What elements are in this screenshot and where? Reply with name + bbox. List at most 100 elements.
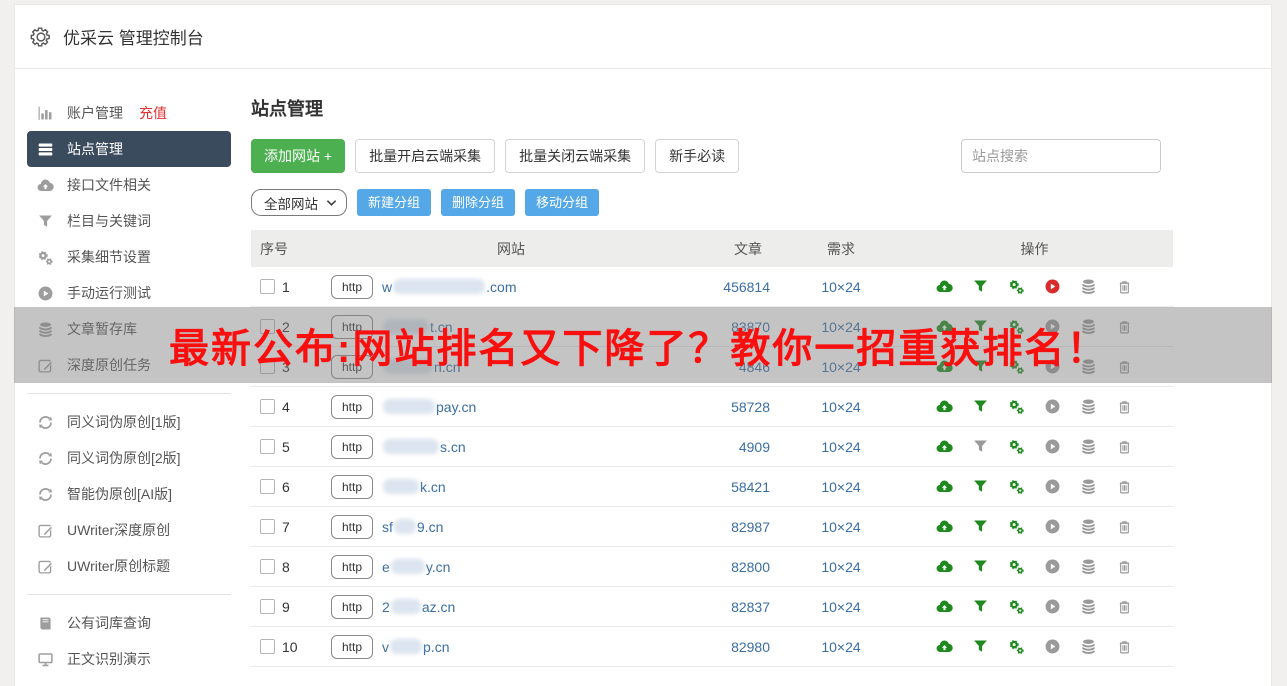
database-action-icon[interactable] — [1080, 518, 1097, 535]
site-domain-link[interactable]: sf9.cn — [382, 519, 443, 535]
sidebar-item[interactable]: 同义词伪原创[2版] — [27, 440, 231, 476]
sidebar-item[interactable]: UWriter原创标题 — [27, 548, 231, 584]
article-count-link[interactable]: 58421 — [691, 479, 786, 495]
protocol-button[interactable]: http — [331, 395, 373, 419]
newbie-guide-button[interactable]: 新手必读 — [655, 139, 739, 173]
article-count-link[interactable]: 456814 — [691, 279, 786, 295]
trash-action-icon[interactable] — [1116, 558, 1133, 575]
play-action-icon[interactable] — [1044, 638, 1061, 655]
protocol-button[interactable]: http — [331, 515, 373, 539]
protocol-button[interactable]: http — [331, 435, 373, 459]
batch-close-cloud-button[interactable]: 批量关闭云端采集 — [505, 139, 645, 173]
database-action-icon[interactable] — [1080, 598, 1097, 615]
play-action-icon[interactable] — [1044, 278, 1061, 295]
group-filter-select[interactable]: 全部网站 — [251, 189, 347, 216]
play-action-icon[interactable] — [1044, 598, 1061, 615]
play-action-icon[interactable] — [1044, 478, 1061, 495]
cloud-upload-action-icon[interactable] — [936, 278, 953, 295]
funnel-action-icon[interactable] — [972, 398, 989, 415]
new-group-button[interactable]: 新建分组 — [357, 189, 431, 216]
cloud-upload-action-icon[interactable] — [936, 478, 953, 495]
site-domain-link[interactable]: pay.cn — [382, 399, 476, 415]
sidebar-item[interactable]: 采集细节设置 — [27, 239, 231, 275]
sidebar-item[interactable]: 站点管理 — [27, 131, 231, 167]
trash-action-icon[interactable] — [1116, 598, 1133, 615]
row-checkbox[interactable] — [260, 479, 275, 494]
site-search-input[interactable] — [961, 139, 1161, 173]
gears-action-icon[interactable] — [1008, 398, 1025, 415]
database-action-icon[interactable] — [1080, 398, 1097, 415]
article-count-link[interactable]: 82987 — [691, 519, 786, 535]
sidebar-item[interactable]: 栏目与关键词 — [27, 203, 231, 239]
trash-action-icon[interactable] — [1116, 398, 1133, 415]
sidebar-item[interactable]: 手动运行测试 — [27, 275, 231, 311]
cloud-upload-action-icon[interactable] — [936, 638, 953, 655]
funnel-action-icon[interactable] — [972, 278, 989, 295]
article-count-link[interactable]: 82980 — [691, 639, 786, 655]
site-domain-link[interactable]: 2az.cn — [382, 599, 455, 615]
article-count-link[interactable]: 4909 — [691, 439, 786, 455]
funnel-action-icon[interactable] — [972, 478, 989, 495]
play-action-icon[interactable] — [1044, 438, 1061, 455]
funnel-action-icon[interactable] — [972, 438, 989, 455]
protocol-button[interactable]: http — [331, 475, 373, 499]
sidebar-item[interactable]: 公有词库查询 — [27, 605, 231, 641]
row-checkbox[interactable] — [260, 639, 275, 654]
database-action-icon[interactable] — [1080, 638, 1097, 655]
cloud-upload-action-icon[interactable] — [936, 598, 953, 615]
protocol-button[interactable]: http — [331, 555, 373, 579]
batch-open-cloud-button[interactable]: 批量开启云端采集 — [355, 139, 495, 173]
row-checkbox[interactable] — [260, 599, 275, 614]
play-action-icon[interactable] — [1044, 518, 1061, 535]
row-checkbox[interactable] — [260, 559, 275, 574]
site-domain-link[interactable]: ey.cn — [382, 559, 450, 575]
recharge-link[interactable]: 充值 — [139, 103, 167, 123]
funnel-action-icon[interactable] — [972, 518, 989, 535]
cloud-upload-action-icon[interactable] — [936, 438, 953, 455]
trash-action-icon[interactable] — [1116, 638, 1133, 655]
move-group-button[interactable]: 移动分组 — [525, 189, 599, 216]
funnel-action-icon[interactable] — [972, 598, 989, 615]
article-count-link[interactable]: 82837 — [691, 599, 786, 615]
site-domain-link[interactable]: k.cn — [382, 479, 446, 495]
protocol-button[interactable]: http — [331, 275, 373, 299]
play-action-icon[interactable] — [1044, 398, 1061, 415]
gears-action-icon[interactable] — [1008, 278, 1025, 295]
row-checkbox[interactable] — [260, 279, 275, 294]
sidebar-item[interactable]: UWriter深度原创 — [27, 512, 231, 548]
cloud-upload-action-icon[interactable] — [936, 518, 953, 535]
trash-action-icon[interactable] — [1116, 478, 1133, 495]
article-count-link[interactable]: 82800 — [691, 559, 786, 575]
gears-action-icon[interactable] — [1008, 598, 1025, 615]
row-checkbox[interactable] — [260, 439, 275, 454]
gears-action-icon[interactable] — [1008, 558, 1025, 575]
cloud-upload-action-icon[interactable] — [936, 398, 953, 415]
cloud-upload-action-icon[interactable] — [936, 558, 953, 575]
delete-group-button[interactable]: 删除分组 — [441, 189, 515, 216]
sidebar-item[interactable]: 正文识别演示 — [27, 641, 231, 677]
trash-action-icon[interactable] — [1116, 278, 1133, 295]
site-domain-link[interactable]: w.com — [382, 279, 516, 295]
gears-action-icon[interactable] — [1008, 478, 1025, 495]
sidebar-item[interactable]: 智能伪原创[AI版] — [27, 476, 231, 512]
protocol-button[interactable]: http — [331, 635, 373, 659]
row-checkbox[interactable] — [260, 399, 275, 414]
sidebar-item[interactable]: 同义词伪原创[1版] — [27, 404, 231, 440]
funnel-action-icon[interactable] — [972, 558, 989, 575]
gears-action-icon[interactable] — [1008, 438, 1025, 455]
article-count-link[interactable]: 58728 — [691, 399, 786, 415]
row-checkbox[interactable] — [260, 519, 275, 534]
database-action-icon[interactable] — [1080, 558, 1097, 575]
sidebar-item[interactable]: 接口文件相关 — [27, 167, 231, 203]
protocol-button[interactable]: http — [331, 595, 373, 619]
play-action-icon[interactable] — [1044, 558, 1061, 575]
trash-action-icon[interactable] — [1116, 518, 1133, 535]
site-domain-link[interactable]: s.cn — [382, 439, 466, 455]
sidebar-item[interactable]: 账户管理充值 — [27, 95, 231, 131]
database-action-icon[interactable] — [1080, 438, 1097, 455]
gears-action-icon[interactable] — [1008, 518, 1025, 535]
trash-action-icon[interactable] — [1116, 438, 1133, 455]
site-domain-link[interactable]: vp.cn — [382, 639, 449, 655]
database-action-icon[interactable] — [1080, 278, 1097, 295]
add-site-button[interactable]: 添加网站 + — [251, 139, 345, 173]
